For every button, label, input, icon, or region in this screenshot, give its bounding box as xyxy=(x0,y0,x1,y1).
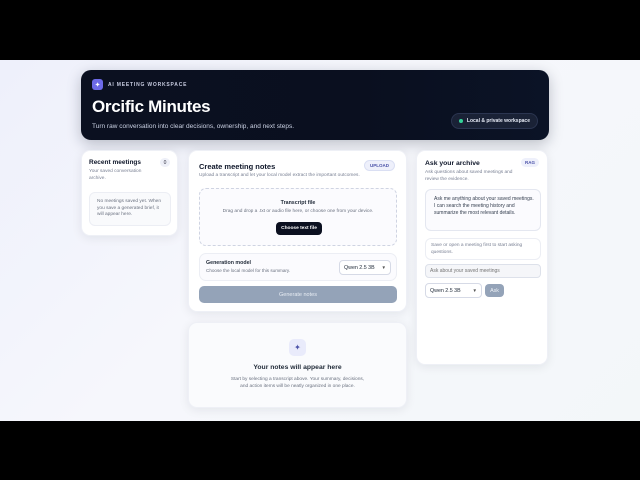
recent-meetings-title: Recent meetings xyxy=(89,159,142,166)
ask-archive-subtitle: Ask questions about saved meetings and r… xyxy=(425,170,513,182)
create-notes-subtitle: Upload a transcript and let your local m… xyxy=(199,173,360,178)
ask-archive-title: Ask your archive xyxy=(425,160,480,167)
chevron-down-icon: ▼ xyxy=(472,288,477,293)
sparkle-icon: ✦ xyxy=(92,79,103,90)
status-dot-icon xyxy=(458,119,463,123)
privacy-status-badge: Local & private workspace xyxy=(450,113,538,129)
privacy-label: Local & private workspace xyxy=(466,118,530,124)
eyebrow-label: AI MEETING WORKSPACE xyxy=(108,81,188,88)
notes-placeholder-subtitle: Start by selecting a transcript above. Y… xyxy=(230,377,365,389)
create-notes-title: Create meeting notes xyxy=(199,162,276,171)
create-notes-panel: Create meeting notes Upload a transcript… xyxy=(188,150,407,312)
hero-banner: ✦ AI MEETING WORKSPACE Orcific Minutes T… xyxy=(81,70,549,140)
eyebrow: ✦ AI MEETING WORKSPACE xyxy=(92,79,187,90)
ask-question-input[interactable] xyxy=(425,264,541,278)
upload-badge: UPLOAD xyxy=(364,160,395,171)
generation-model-value: Qwen 2.5 3B xyxy=(344,264,375,271)
generation-model-row: Generation model Choose the local model … xyxy=(199,253,397,281)
recent-meetings-subtitle: Your saved conversation archive. xyxy=(89,169,142,181)
generation-model-select[interactable]: Qwen 2.5 3B ▼ xyxy=(339,260,391,275)
transcript-dropzone[interactable]: Transcript file Drag and drop a .txt or … xyxy=(199,188,397,246)
chevron-down-icon: ▼ xyxy=(381,265,386,270)
choose-file-button[interactable]: Choose text file xyxy=(276,222,322,235)
empty-meetings-message: No meetings saved yet. When you save a g… xyxy=(89,192,171,226)
generate-notes-button[interactable]: Generate notes xyxy=(199,286,397,303)
assistant-message: Ask me anything about your saved meeting… xyxy=(425,189,541,231)
recent-meetings-panel: Recent meetings 0 Your saved conversatio… xyxy=(81,150,178,236)
archive-hint: Save or open a meeting first to start as… xyxy=(425,238,541,260)
app-title: Orcific Minutes xyxy=(92,97,211,116)
app-subtitle: Turn raw conversation into clear decisio… xyxy=(92,123,295,130)
notes-placeholder-panel: ✦ Your notes will appear here Start by s… xyxy=(188,322,407,408)
generation-model-hint: Choose the local model for this summary. xyxy=(206,268,291,273)
notes-placeholder-title: Your notes will appear here xyxy=(253,364,342,371)
app-viewport: ✦ AI MEETING WORKSPACE Orcific Minutes T… xyxy=(0,60,640,421)
ask-archive-panel: Ask your archive RAG Ask questions about… xyxy=(416,150,548,365)
generation-model-label: Generation model xyxy=(206,260,252,266)
meeting-count-badge: 0 xyxy=(160,158,170,167)
archive-model-select[interactable]: Qwen 2.5 3B ▼ xyxy=(425,283,482,298)
dropzone-title: Transcript file xyxy=(280,200,316,206)
archive-model-value: Qwen 2.5 3B xyxy=(430,287,461,294)
sparkle-icon: ✦ xyxy=(289,339,306,356)
ask-button[interactable]: Ask xyxy=(485,284,504,297)
dropzone-hint: Drag and drop a .txt or audio file here,… xyxy=(222,209,374,214)
rag-badge: RAG xyxy=(521,158,539,167)
